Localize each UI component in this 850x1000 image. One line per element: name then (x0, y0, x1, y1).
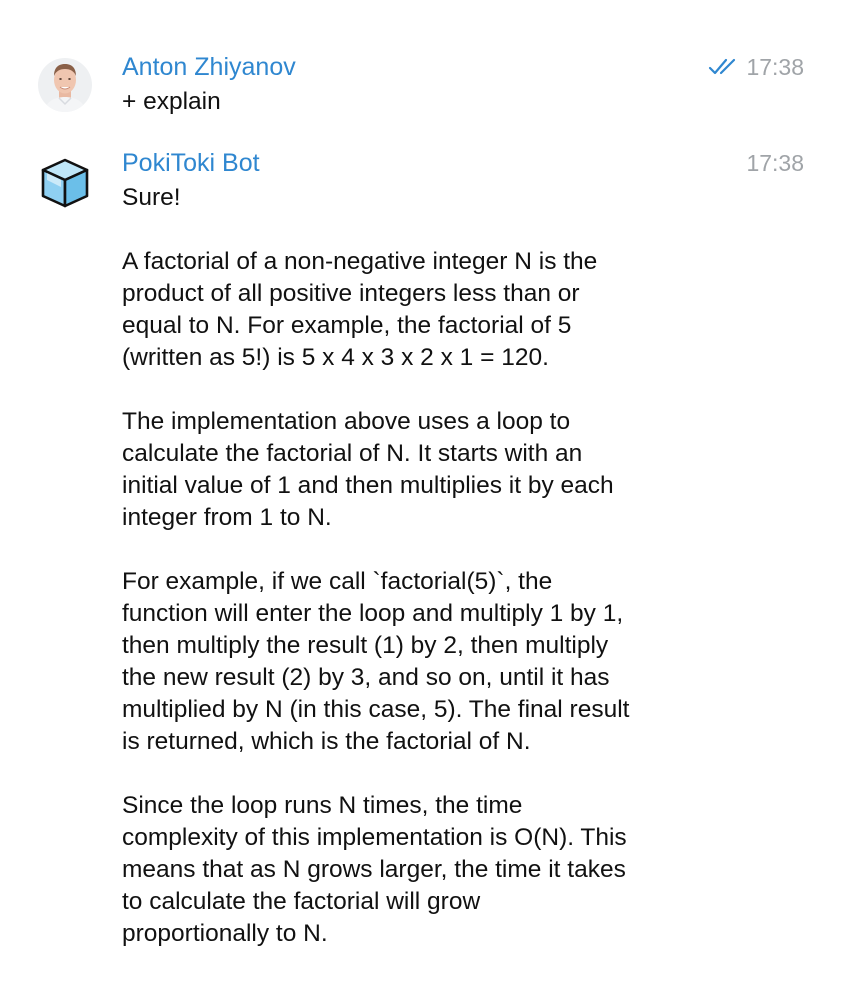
message-paragraph: Sure! (122, 184, 181, 211)
message-paragraph: Since the loop runs N times, the time co… (122, 792, 627, 947)
user-avatar[interactable] (38, 58, 92, 112)
user-photo-avatar (38, 58, 92, 112)
message-paragraph: The implementation above uses a loop to … (122, 408, 614, 531)
double-check-icon (709, 58, 736, 75)
sender-name[interactable]: Anton Zhiyanov (122, 51, 296, 83)
message-paragraph: For example, if we call `factorial(5)`, … (122, 568, 630, 755)
message-meta: 17:38 (708, 51, 804, 83)
message-text: Sure! A factorial of a non-negative inte… (122, 182, 712, 950)
message-time: 17:38 (746, 150, 804, 176)
sender-name[interactable]: PokiToki Bot (122, 147, 260, 179)
bot-avatar[interactable] (38, 156, 92, 210)
cube-icon (41, 158, 89, 208)
message-paragraph: + explain (122, 88, 221, 115)
message-meta: 17:38 (746, 147, 804, 179)
message-text: + explain (122, 86, 712, 118)
message-time: 17:38 (746, 54, 804, 80)
message-paragraph: A factorial of a non-negative integer N … (122, 248, 598, 371)
